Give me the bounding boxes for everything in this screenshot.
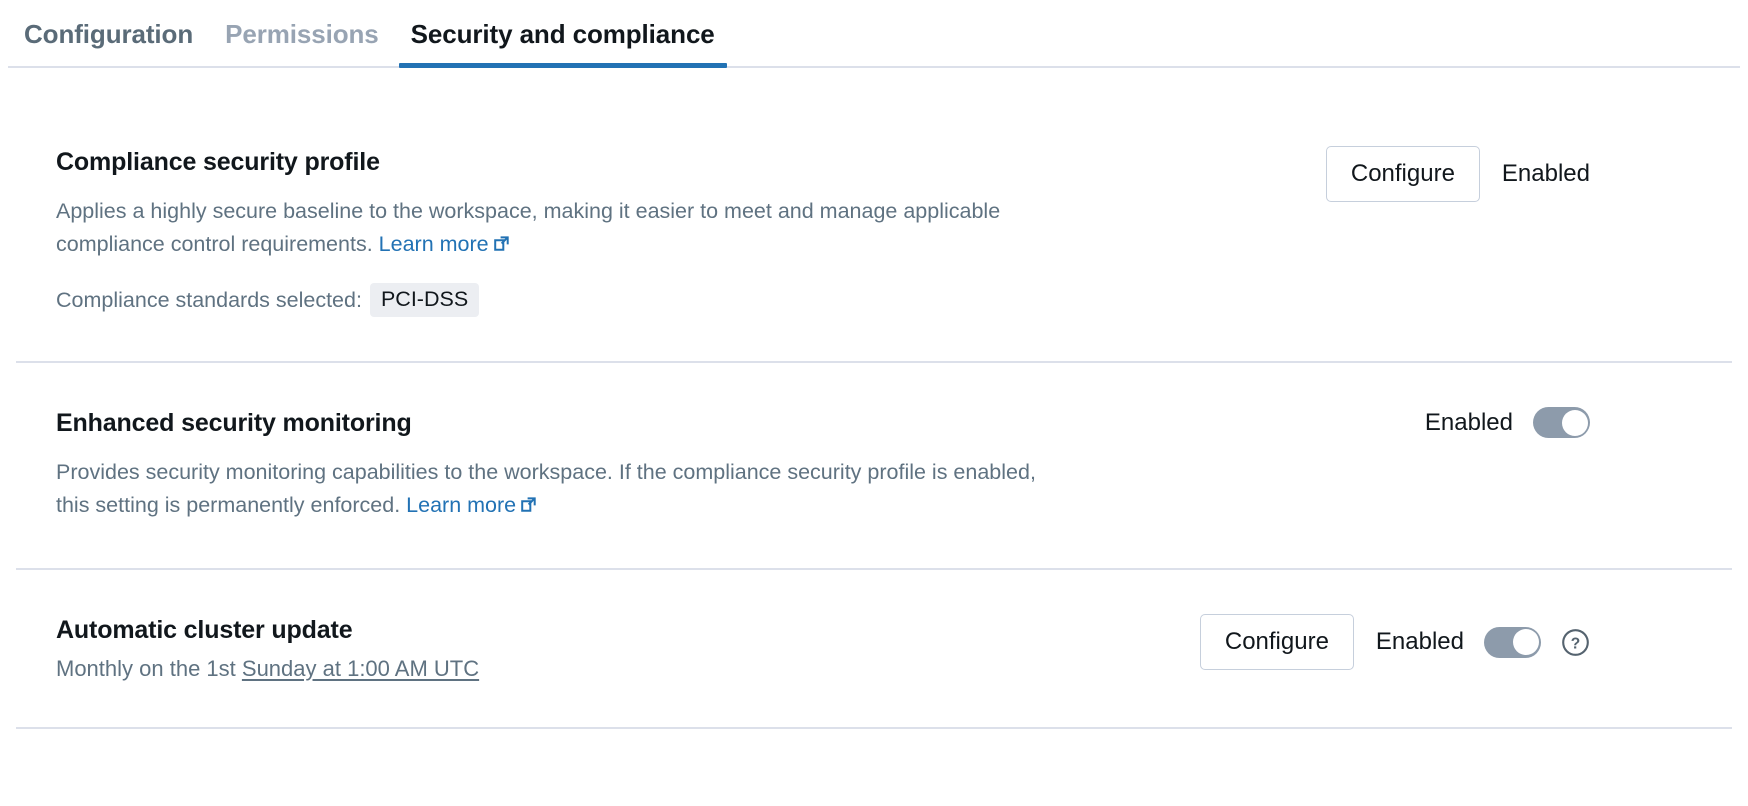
cluster-update-status-text: Enabled	[1376, 628, 1464, 656]
settings-content: Compliance security profile Applies a hi…	[0, 68, 1748, 729]
cluster-update-configure-button[interactable]: Configure	[1200, 614, 1354, 670]
compliance-status-text: Enabled	[1502, 160, 1590, 188]
compliance-standards-row: Compliance standards selected: PCI-DSS	[56, 283, 1066, 317]
compliance-security-profile-info: Compliance security profile Applies a hi…	[8, 146, 1066, 317]
tab-permissions-label: Permissions	[225, 19, 379, 50]
automatic-cluster-update-title: Automatic cluster update	[56, 614, 479, 647]
tab-configuration-label: Configuration	[24, 19, 193, 50]
tab-bar: Configuration Permissions Security and c…	[0, 0, 1748, 68]
schedule-prefix-text: Monthly on the 1st	[56, 656, 242, 681]
compliance-standards-label: Compliance standards selected:	[56, 288, 362, 313]
compliance-security-profile-description-text: Applies a highly secure baseline to the …	[56, 199, 1000, 256]
toggle-knob	[1562, 410, 1588, 436]
compliance-learn-more-label: Learn more	[379, 232, 489, 256]
compliance-configure-button[interactable]: Configure	[1326, 146, 1480, 202]
automatic-cluster-update-controls: Configure Enabled ?	[1200, 614, 1740, 670]
svg-text:?: ?	[1571, 635, 1580, 652]
tab-permissions[interactable]: Permissions	[209, 0, 395, 68]
external-link-icon	[492, 230, 511, 263]
section-enhanced-security-monitoring: Enhanced security monitoring Provides se…	[8, 363, 1740, 568]
tab-security-and-compliance[interactable]: Security and compliance	[395, 0, 731, 68]
enhanced-security-monitoring-title: Enhanced security monitoring	[56, 407, 1066, 440]
enhanced-monitoring-status-text: Enabled	[1425, 409, 1513, 437]
tab-configuration[interactable]: Configuration	[8, 0, 209, 68]
compliance-standard-badge: PCI-DSS	[370, 283, 479, 317]
section-automatic-cluster-update: Automatic cluster update Monthly on the …	[8, 570, 1740, 726]
toggle-knob	[1513, 629, 1539, 655]
schedule-link[interactable]: Sunday at 1:00 AM UTC	[242, 656, 479, 681]
compliance-security-profile-description: Applies a highly secure baseline to the …	[56, 195, 1066, 264]
enhanced-security-monitoring-controls: Enabled	[1425, 407, 1740, 438]
section-divider-3	[16, 727, 1732, 729]
compliance-security-profile-controls: Configure Enabled	[1326, 146, 1740, 202]
tab-security-and-compliance-label: Security and compliance	[411, 19, 715, 50]
compliance-learn-more-link[interactable]: Learn more	[379, 232, 511, 256]
enhanced-monitoring-learn-more-link[interactable]: Learn more	[406, 493, 538, 517]
external-link-icon	[519, 491, 538, 524]
enhanced-security-monitoring-info: Enhanced security monitoring Provides se…	[8, 407, 1066, 524]
enhanced-monitoring-learn-more-label: Learn more	[406, 493, 516, 517]
enhanced-security-monitoring-description: Provides security monitoring capabilitie…	[56, 456, 1066, 525]
automatic-cluster-update-info: Automatic cluster update Monthly on the …	[8, 614, 479, 684]
enhanced-security-monitoring-description-text: Provides security monitoring capabilitie…	[56, 460, 1036, 517]
help-circle-icon[interactable]: ?	[1561, 628, 1590, 657]
section-compliance-security-profile: Compliance security profile Applies a hi…	[8, 68, 1740, 361]
enhanced-monitoring-toggle[interactable]	[1533, 407, 1590, 438]
automatic-cluster-update-schedule: Monthly on the 1st Sunday at 1:00 AM UTC	[56, 653, 479, 685]
cluster-update-toggle[interactable]	[1484, 627, 1541, 658]
compliance-security-profile-title: Compliance security profile	[56, 146, 1066, 179]
